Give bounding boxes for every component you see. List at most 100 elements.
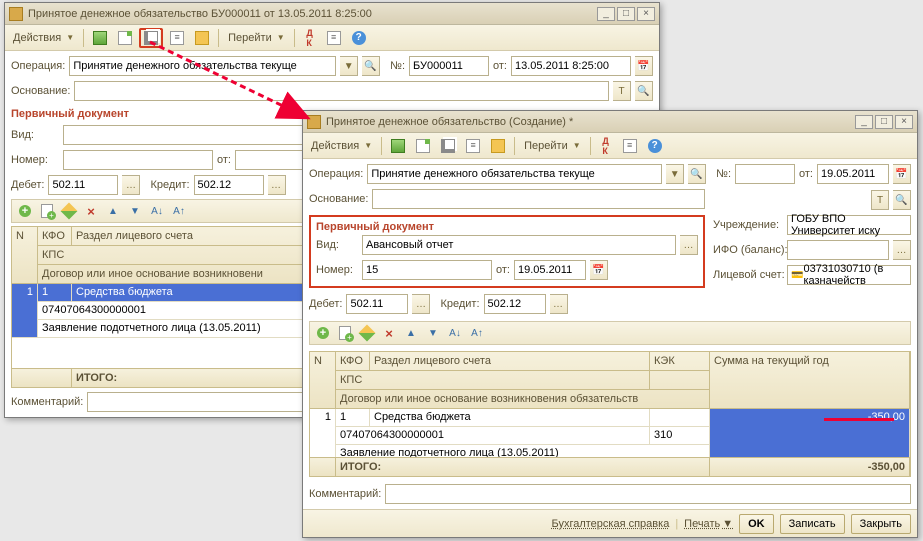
delete-row-button[interactable]: × [82,202,100,220]
close-button[interactable]: × [637,7,655,21]
col-dog[interactable]: Договор или иное основание возникновения… [336,390,710,409]
move-down-button[interactable]: ▼ [126,202,144,220]
uchr-field[interactable]: ГОБУ ВПО Университет иску [787,215,911,235]
toolbar-btn-1[interactable] [89,28,111,48]
save-button[interactable]: Записать [780,514,845,534]
titlebar[interactable]: Принятое денежное обязательство БУ000011… [5,3,659,25]
kredit-field[interactable]: 502.12 [194,175,264,195]
maximize-button[interactable]: □ [875,115,893,129]
add-row-button[interactable]: + [314,324,332,342]
nomer-field[interactable]: 15 [362,260,492,280]
ellipsis-icon[interactable]: … [122,175,140,195]
col-kfo[interactable]: КФО [38,227,72,246]
sort-desc-button[interactable]: A↑ [170,202,188,220]
calendar-icon[interactable]: 📅 [590,260,608,280]
toolbar-btn-2[interactable] [412,136,434,156]
move-up-button[interactable]: ▲ [104,202,122,220]
help-button[interactable]: ? [348,28,370,48]
sort-desc-button[interactable]: A↑ [468,324,486,342]
toolbar-btn-1[interactable] [387,136,409,156]
search-icon[interactable]: 🔍 [362,56,380,76]
dropdown-icon[interactable]: ▼ [340,56,358,76]
nomer-date-field[interactable]: 19.05.2011 [514,260,586,280]
dropdown-icon[interactable]: ▼ [666,164,684,184]
col-sum[interactable]: Сумма на текущий год [710,352,910,409]
move-up-button[interactable]: ▲ [402,324,420,342]
actions-menu[interactable]: Действия▼ [307,136,376,156]
spravka-link[interactable]: Бухгалтерская справка [551,518,669,530]
calendar-icon[interactable]: 📅 [893,164,911,184]
toolbar-btn-7[interactable] [619,136,641,156]
ok-button[interactable]: OK [739,514,774,534]
actions-menu[interactable]: Действия▼ [9,28,78,48]
close-button[interactable]: Закрыть [851,514,911,534]
sort-asc-button[interactable]: A↓ [148,202,166,220]
edit-row-button[interactable] [60,202,78,220]
maximize-button[interactable]: □ [617,7,635,21]
basis-field[interactable] [74,81,609,101]
add-copy-button[interactable] [336,324,354,342]
search-icon[interactable]: 🔍 [688,164,706,184]
toolbar-btn-7[interactable] [323,28,345,48]
lookup-icon[interactable]: 🔍 [635,81,653,101]
col-n[interactable]: N [12,227,38,284]
copy-button[interactable] [139,28,163,48]
vid-field[interactable]: Авансовый отчет [362,235,676,255]
sort-asc-button[interactable]: A↓ [446,324,464,342]
basis-field[interactable] [372,189,705,209]
doc-no-field[interactable] [735,164,795,184]
text-icon[interactable]: T [871,190,889,210]
copy-button[interactable] [437,136,459,156]
toolbar-btn-5[interactable] [487,136,509,156]
minimize-button[interactable]: _ [597,7,615,21]
minimize-button[interactable]: _ [855,115,873,129]
doc-date-field[interactable]: 13.05.2011 8:25:00 [511,56,631,76]
ifo-field[interactable] [787,240,889,260]
ellipsis-icon[interactable]: … [412,294,430,314]
toolbar-btn-4[interactable] [462,136,484,156]
doc-no-field[interactable]: БУ000011 [409,56,489,76]
main-toolbar: Действия▼ Перейти▼ ДК ? [303,133,917,159]
titlebar[interactable]: Принятое денежное обязательство (Создани… [303,111,917,133]
nomer-field[interactable] [63,150,213,170]
ellipsis-icon[interactable]: … [680,235,698,255]
ellipsis-icon[interactable]: … [550,294,568,314]
main-toolbar: Действия▼ Перейти▼ ДК ? [5,25,659,51]
lines-grid[interactable]: N КФО Раздел лицевого счета КЭК КПС Дого… [309,351,911,477]
delete-row-button[interactable]: × [380,324,398,342]
window-title: Принятое денежное обязательство БУ000011… [28,8,597,20]
col-kek[interactable]: КЭК [650,352,710,371]
edit-row-button[interactable] [358,324,376,342]
ellipsis-icon[interactable]: … [893,240,911,260]
print-menu[interactable]: Печать▼ [684,518,733,530]
toolbar-btn-5[interactable] [191,28,213,48]
kredit-field[interactable]: 502.12 [484,294,546,314]
dk-button[interactable]: ДК [596,136,616,156]
operation-field[interactable]: Принятие денежного обязательства текуще [69,56,336,76]
toolbar-btn-2[interactable] [114,28,136,48]
table-row[interactable]: 1 1 Средства бюджета 07407064300000001 3… [310,409,910,457]
doc-date-field[interactable]: 19.05.2011 [817,164,889,184]
lookup-icon[interactable]: 🔍 [893,190,911,210]
col-n[interactable]: N [310,352,336,409]
col-kfo[interactable]: КФО [336,352,370,371]
goto-menu[interactable]: Перейти▼ [520,136,585,156]
move-down-button[interactable]: ▼ [424,324,442,342]
debet-field[interactable]: 502.11 [48,175,118,195]
help-button[interactable]: ? [644,136,666,156]
operation-field[interactable]: Принятие денежного обязательства текуще [367,164,662,184]
add-row-button[interactable]: + [16,202,34,220]
lits-field[interactable]: 💳 03731030710 (в казначейств [787,265,911,285]
col-kps[interactable]: КПС [336,371,650,390]
ellipsis-icon[interactable]: … [268,175,286,195]
comment-field[interactable] [385,484,911,504]
goto-menu[interactable]: Перейти▼ [224,28,289,48]
debet-field[interactable]: 502.11 [346,294,408,314]
dk-button[interactable]: ДК [300,28,320,48]
close-button[interactable]: × [895,115,913,129]
col-razdel[interactable]: Раздел лицевого счета [370,352,650,371]
text-icon[interactable]: T [613,81,631,101]
toolbar-btn-4[interactable] [166,28,188,48]
calendar-icon[interactable]: 📅 [635,56,653,76]
add-copy-button[interactable] [38,202,56,220]
